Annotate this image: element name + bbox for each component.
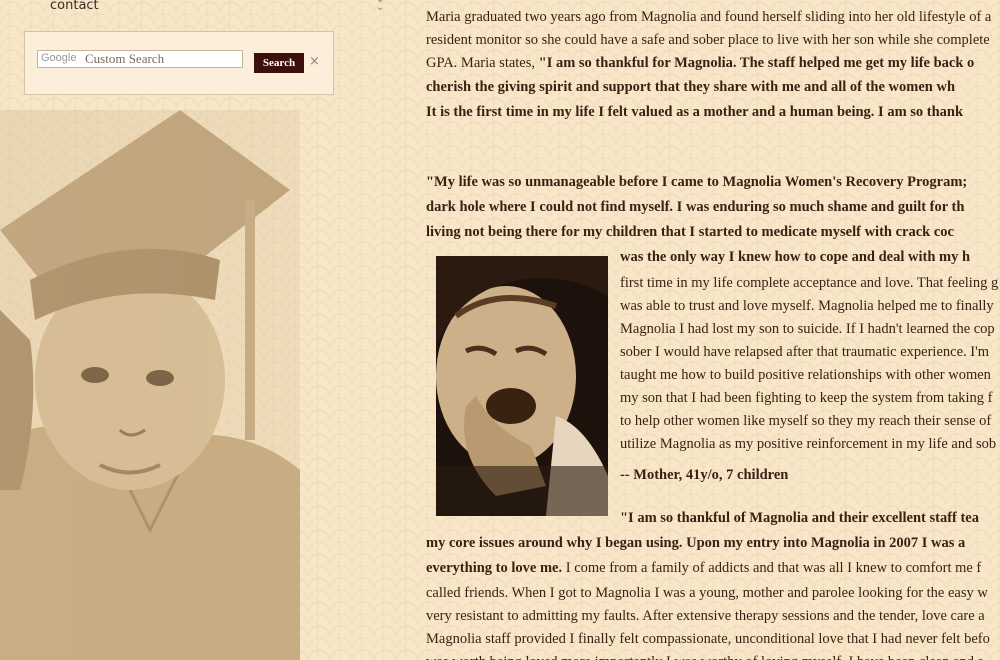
article-line: dark hole where I could not find myself.… xyxy=(426,199,965,215)
article-line: GPA. Maria states, "I am so thankful for… xyxy=(426,55,975,71)
article-line: utilize Magnolia as my positive reinforc… xyxy=(620,436,997,452)
article-line: taught me how to build positive relation… xyxy=(620,367,991,383)
google-brand-label: Google xyxy=(41,52,77,64)
article-line: called friends. When I got to Magnolia I… xyxy=(426,585,988,601)
graduate-child-photo xyxy=(0,110,300,660)
article-line: "I am so thankful of Magnolia and their … xyxy=(620,510,979,526)
search-placeholder: Custom Search xyxy=(85,51,165,66)
clear-search-icon[interactable]: × xyxy=(309,54,320,69)
article-line: very resistant to admitting my faults. A… xyxy=(426,608,985,624)
search-widget: Google Custom Search Search × xyxy=(24,31,334,95)
article-line: was the only way I knew how to cope and … xyxy=(620,249,971,265)
article-content: Maria graduated two years ago from Magno… xyxy=(426,0,1000,660)
article-line: first time in my life complete acceptanc… xyxy=(620,275,999,291)
article-line: Maria graduated two years ago from Magno… xyxy=(426,9,992,25)
article-line: Magnolia staff provided I finally felt c… xyxy=(426,631,990,647)
article-line: was worth being loved more importantly I… xyxy=(426,651,983,660)
article-line: cherish the giving spirit and support th… xyxy=(426,79,956,95)
crying-child-photo xyxy=(436,256,608,516)
sidebar: contact ⌄⌄ Google Custom Search Search × xyxy=(0,0,410,660)
article-line: to help other women like myself so they … xyxy=(620,413,992,429)
article-line: my son that I had been fighting to keep … xyxy=(620,390,993,406)
article-line: It is the first time in my life I felt v… xyxy=(426,104,964,120)
article-line: "My life was so unmanageable before I ca… xyxy=(426,174,968,190)
article-line: sober I would have relapsed after that t… xyxy=(620,344,989,360)
chevron-down-icon[interactable]: ⌄⌄ xyxy=(376,0,384,13)
search-button[interactable]: Search xyxy=(254,53,304,73)
article-line: was able to trust and love myself. Magno… xyxy=(620,298,994,314)
article-line: my core issues around why I began using.… xyxy=(426,535,966,551)
article-line: Magnolia I had lost my son to suicide. I… xyxy=(620,321,995,337)
article-line: resident monitor so she could have a saf… xyxy=(426,32,990,48)
testimonial-attribution: -- Mother, 41y/o, 7 children xyxy=(620,467,789,483)
article-line: everything to love me. I come from a fam… xyxy=(426,560,982,576)
article-line: living not being there for my children t… xyxy=(426,224,954,240)
nav-link-contact[interactable]: contact xyxy=(50,0,99,13)
